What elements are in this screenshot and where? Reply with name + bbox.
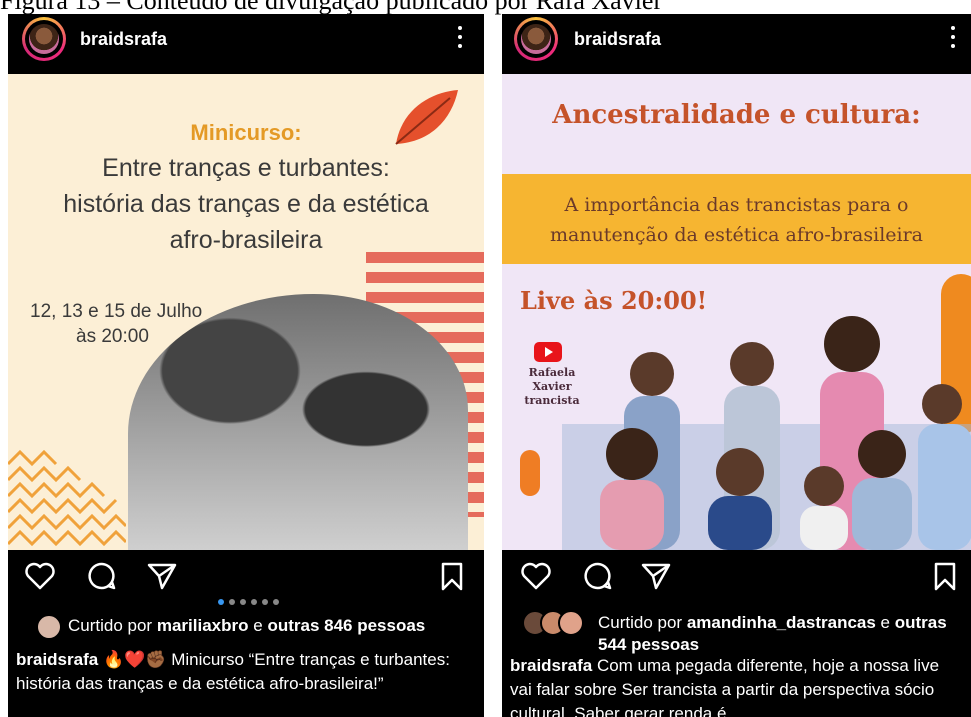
likes-row: Curtido por mariliaxbro e outras 846 pes… bbox=[8, 604, 484, 652]
action-bar bbox=[8, 552, 484, 605]
historical-photo bbox=[128, 294, 468, 550]
course-label: Minicurso: bbox=[190, 120, 302, 145]
course-title: Entre tranças e turbantes: história das … bbox=[63, 154, 429, 254]
instagram-post-1: braidsrafa Minicurso: Entre tranças e tu… bbox=[8, 14, 484, 717]
brand-logo bbox=[520, 450, 540, 496]
course-date: 12, 13 e 15 de Julho bbox=[30, 301, 203, 322]
bookmark-icon[interactable] bbox=[436, 560, 468, 592]
instagram-post-2: braidsrafa Ancestralidade e cultura: A i… bbox=[502, 14, 971, 717]
post-image[interactable]: Ancestralidade e cultura: A importância … bbox=[502, 74, 971, 550]
heart-icon[interactable] bbox=[520, 560, 552, 592]
comment-icon[interactable] bbox=[582, 560, 614, 592]
liker-avatars bbox=[522, 610, 584, 641]
liker-avatar bbox=[36, 614, 62, 645]
zigzag-decoration bbox=[8, 449, 126, 547]
post-caption: braidsrafa Com uma pegada diferente, hoj… bbox=[510, 656, 940, 717]
youtube-icon bbox=[534, 342, 562, 362]
post-image[interactable]: Minicurso: Entre tranças e turbantes: hi… bbox=[8, 74, 484, 550]
avatar[interactable] bbox=[514, 17, 558, 61]
more-icon[interactable] bbox=[951, 26, 955, 50]
likes-text[interactable]: Curtido por mariliaxbro e outras 846 pes… bbox=[68, 616, 425, 636]
post-username[interactable]: braidsrafa bbox=[80, 29, 167, 50]
action-bar bbox=[502, 552, 971, 602]
emoji-group: 🔥❤️✊🏾 bbox=[102, 650, 167, 669]
course-time: às 20:00 bbox=[76, 326, 149, 347]
group-photo bbox=[562, 316, 971, 550]
more-icon[interactable] bbox=[458, 26, 462, 50]
heart-icon[interactable] bbox=[24, 560, 56, 592]
likes-text[interactable]: Curtido por amandinha_dastrancas e outra… bbox=[598, 612, 970, 656]
post-header: braidsrafa bbox=[502, 14, 971, 74]
share-icon[interactable] bbox=[146, 560, 178, 592]
share-icon[interactable] bbox=[640, 560, 672, 592]
comment-icon[interactable] bbox=[86, 560, 118, 592]
likes-row: Curtido por amandinha_dastrancas e outra… bbox=[502, 604, 971, 654]
live-title: Ancestralidade e cultura: bbox=[552, 100, 921, 130]
topic-band: A importância das trancistas para o manu… bbox=[502, 174, 971, 264]
bookmark-icon[interactable] bbox=[929, 560, 961, 592]
post-username[interactable]: braidsrafa bbox=[574, 29, 661, 50]
post-caption: braidsrafa 🔥❤️✊🏾 Minicurso “Entre trança… bbox=[16, 650, 450, 693]
avatar[interactable] bbox=[22, 17, 66, 61]
post-header: braidsrafa bbox=[8, 14, 484, 74]
